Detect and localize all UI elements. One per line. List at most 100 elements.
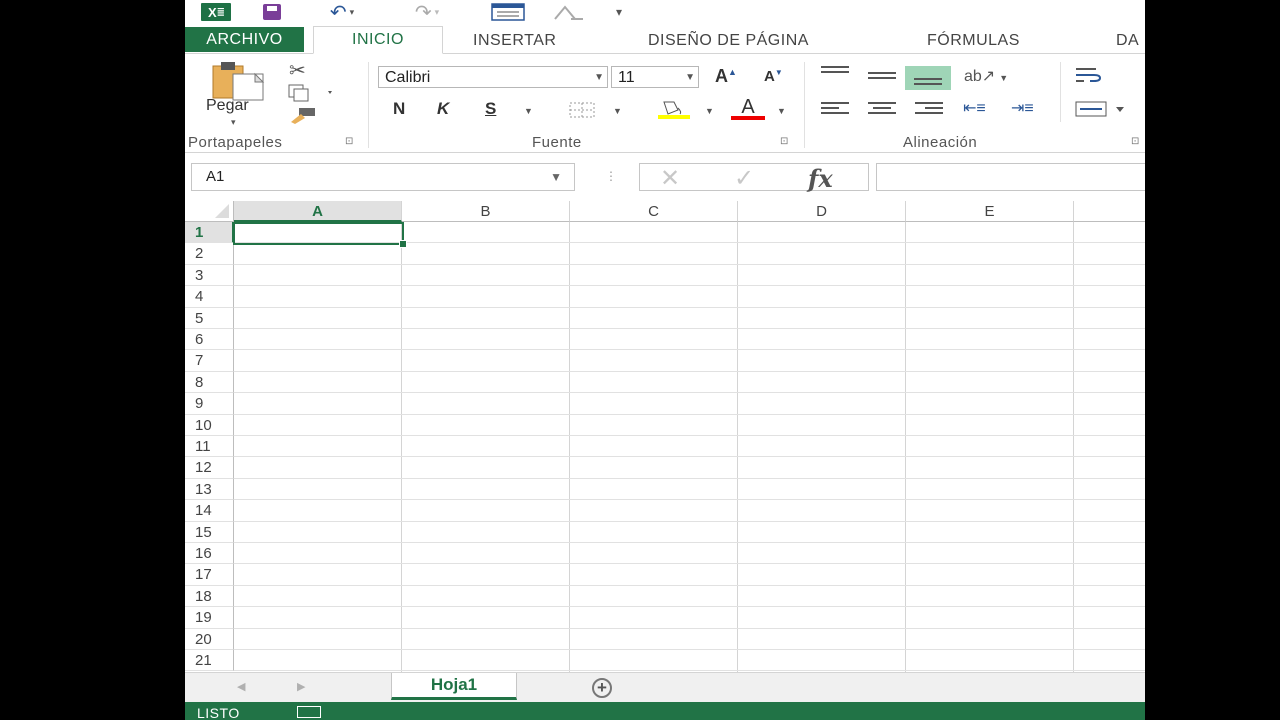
formula-input[interactable] — [876, 163, 1145, 191]
scroll-sheets-right-icon[interactable]: ▶ — [297, 680, 305, 693]
chevron-down-icon[interactable]: ▼ — [594, 67, 604, 89]
wrap-text-icon[interactable] — [1074, 66, 1104, 89]
row-header-7[interactable]: 7 — [185, 350, 234, 372]
font-color-button[interactable]: A — [731, 96, 765, 120]
row-gridline — [234, 627, 1145, 629]
enter-icon[interactable]: ✓ — [734, 164, 754, 193]
align-center-icon[interactable] — [868, 102, 896, 118]
undo-icon[interactable]: ↶ ▾ — [325, 2, 359, 24]
row-header-2[interactable]: 2 — [185, 243, 234, 265]
format-painter-icon[interactable] — [289, 106, 319, 129]
save-icon[interactable] — [263, 4, 281, 20]
paste-icon[interactable] — [211, 60, 265, 101]
font-launcher-icon[interactable]: ⊡ — [780, 137, 790, 147]
tab-archivo[interactable]: ARCHIVO — [185, 27, 304, 52]
paste-label[interactable]: Pegar — [206, 97, 249, 115]
cut-icon[interactable]: ✂ — [289, 58, 306, 83]
row-header-19[interactable]: 19 — [185, 607, 234, 629]
increase-indent-icon[interactable]: ⇥≡ — [1011, 98, 1034, 118]
column-header-a[interactable]: A — [234, 201, 402, 222]
insert-function-icon[interactable]: fx — [808, 164, 833, 193]
borders-icon[interactable] — [568, 101, 598, 124]
shrink-font-arrow: ▼ — [774, 68, 783, 77]
bold-button[interactable]: N — [393, 99, 405, 119]
fill-color-dropdown-icon[interactable]: ▼ — [705, 106, 714, 116]
paste-dropdown-icon[interactable]: ▾ — [231, 117, 236, 128]
underline-dropdown-icon[interactable]: ▼ — [524, 106, 533, 116]
row-header-1[interactable]: 1 — [185, 222, 234, 244]
chevron-down-icon[interactable]: ▼ — [685, 67, 695, 89]
form-icon[interactable] — [491, 2, 525, 22]
row-header-13[interactable]: 13 — [185, 478, 234, 501]
name-box-value: A1 — [206, 168, 225, 185]
row-header-4[interactable]: 4 — [185, 286, 234, 308]
excel-logo-icon[interactable]: X ≣ — [201, 3, 231, 21]
column-header-d[interactable]: D — [738, 201, 906, 222]
sort-icon[interactable] — [551, 2, 585, 22]
borders-dropdown-icon[interactable]: ▼ — [613, 106, 622, 116]
align-bottom-button[interactable] — [905, 66, 951, 90]
align-middle-icon[interactable] — [868, 72, 896, 88]
grow-font-glyph: A — [715, 66, 728, 86]
customize-qat-icon[interactable]: ▾ — [609, 2, 629, 22]
sheet-tab[interactable]: Hoja1 — [391, 673, 517, 700]
redo-icon[interactable]: ↷ ▾ — [407, 2, 447, 24]
alignment-launcher-icon[interactable]: ⊡ — [1131, 137, 1141, 147]
row-header-5[interactable]: 5 — [185, 307, 234, 329]
clipboard-launcher-icon[interactable]: ⊡ — [345, 137, 355, 147]
worksheet-grid[interactable]: ABCDE 1 2 3 4 5 6 7 8 9 10 11 12 13 14 15 16 17 18 19 20 21 — [185, 201, 1145, 672]
font-size-combo[interactable]: 11 ▼ — [611, 66, 699, 88]
row-header-8[interactable]: 8 — [185, 371, 234, 394]
column-header-c[interactable]: C — [570, 201, 738, 222]
column-header-b[interactable]: B — [402, 201, 570, 222]
row-header-14[interactable]: 14 — [185, 500, 234, 522]
row-header-17[interactable]: 17 — [185, 564, 234, 586]
tab-diseno-de-pagina[interactable]: DISEÑO DE PÁGINA — [648, 28, 809, 53]
chevron-down-icon[interactable]: ▼ — [550, 164, 562, 190]
row-gridline — [234, 584, 1145, 586]
font-color-dropdown-icon[interactable]: ▼ — [777, 106, 786, 116]
align-top-icon[interactable] — [821, 66, 849, 82]
macro-recording-icon[interactable] — [297, 706, 321, 718]
active-cell[interactable] — [233, 222, 407, 248]
row-header-16[interactable]: 16 — [185, 543, 234, 565]
row-header-15[interactable]: 15 — [185, 521, 234, 543]
column-header-e[interactable]: E — [906, 201, 1074, 222]
tab-inicio[interactable]: INICIO — [313, 26, 443, 54]
fill-color-icon[interactable] — [656, 98, 692, 125]
font-name-combo[interactable]: Calibri ▼ — [378, 66, 608, 88]
row-header-11[interactable]: 11 — [185, 436, 234, 458]
decrease-indent-icon[interactable]: ⇤≡ — [963, 98, 986, 118]
scroll-sheets-left-icon[interactable]: ◀ — [237, 680, 245, 693]
row-header-20[interactable]: 20 — [185, 628, 234, 650]
cancel-icon[interactable]: ✕ — [660, 164, 680, 193]
fill-color-icon-svg — [658, 101, 690, 119]
row-header-18[interactable]: 18 — [185, 585, 234, 608]
italic-button[interactable]: K — [437, 99, 449, 119]
tab-formulas[interactable]: FÓRMULAS — [927, 28, 1020, 53]
row-header-12[interactable]: 12 — [185, 457, 234, 479]
align-left-icon[interactable] — [821, 102, 849, 118]
row-header-21[interactable]: 21 — [185, 650, 234, 672]
excel-logo-letter: X — [207, 4, 217, 20]
align-right-icon[interactable] — [915, 102, 943, 118]
orientation-icon[interactable]: ab↗ ▼ — [964, 66, 1008, 86]
name-box[interactable]: A1 ▼ — [191, 163, 575, 191]
grow-font-button[interactable]: A▲ — [715, 66, 737, 87]
shrink-font-button[interactable]: A▼ — [764, 68, 783, 85]
row-header-9[interactable]: 9 — [185, 393, 234, 415]
row-header-3[interactable]: 3 — [185, 264, 234, 287]
tab-insertar[interactable]: INSERTAR — [473, 28, 556, 53]
underline-button[interactable]: S — [485, 99, 496, 119]
merge-center-icon[interactable] — [1074, 100, 1130, 123]
row-header-10[interactable]: 10 — [185, 414, 234, 436]
select-all-corner[interactable] — [185, 201, 234, 222]
add-sheet-icon[interactable]: + — [592, 678, 612, 698]
tab-datos[interactable]: DA — [1116, 28, 1139, 53]
row-header-6[interactable]: 6 — [185, 329, 234, 351]
formula-buttons: ✕ ✓ fx — [639, 163, 869, 193]
formula-bar-grip-icon[interactable]: ⋮ — [605, 169, 617, 183]
status-bar: LISTO — [185, 702, 1145, 720]
column-header-partial[interactable] — [1074, 201, 1145, 222]
copy-icon[interactable] — [288, 84, 334, 107]
